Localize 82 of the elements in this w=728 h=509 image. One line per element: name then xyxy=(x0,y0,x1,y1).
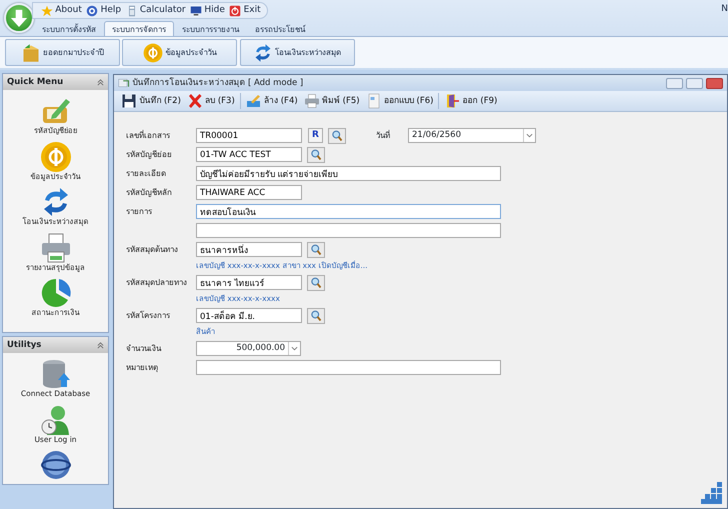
ribbon-tab[interactable]: ระบบการตั้งรหัส xyxy=(34,21,104,38)
input-field[interactable] xyxy=(196,223,501,238)
search-icon xyxy=(310,276,322,288)
help-icon xyxy=(86,4,98,16)
search-icon xyxy=(310,244,322,256)
input-field[interactable]: ธนาคารหนึ่ง xyxy=(196,242,302,257)
toolbar-button[interactable]: ล้าง (F4) xyxy=(242,93,301,109)
window-title: บันทึกการโอนเงินระหว่างสมุด [ Add mode ] xyxy=(132,76,304,90)
field-label: รายการ xyxy=(126,206,153,218)
toolbar-button[interactable]: บันทึก (F2) xyxy=(118,93,184,109)
input-field[interactable]: บัญชีไม่ค่อยมีรายรับ แต่รายจ่ายเพียบ xyxy=(196,166,501,181)
monitor-icon xyxy=(190,4,202,16)
quick-access-button[interactable]: Calculator xyxy=(126,4,186,18)
input-field[interactable]: ทดสอบโอนเงิน xyxy=(196,204,501,219)
field-label: หมายเหตุ xyxy=(126,362,159,374)
input-field[interactable]: TR00001 xyxy=(196,128,302,143)
lookup-button[interactable] xyxy=(307,242,325,258)
quick-access-button[interactable]: Help xyxy=(86,4,122,18)
corner-text: N xyxy=(721,3,728,16)
star-icon xyxy=(41,4,53,16)
toolbar-button[interactable]: ลบ (F3) xyxy=(184,93,238,109)
ribbon-tab[interactable]: อรรถประโยชน์ xyxy=(247,21,313,38)
chevron-down-icon xyxy=(291,346,298,351)
input-field[interactable] xyxy=(196,360,501,375)
field-label: จำนวนเงิน xyxy=(126,342,162,354)
ribbon-button[interactable]: ข้อมูลประจำวัน xyxy=(122,39,238,66)
maximize-button[interactable] xyxy=(686,78,703,88)
lookup-button[interactable] xyxy=(328,128,346,144)
dropdown-field[interactable]: 21/06/2560 xyxy=(408,128,536,143)
quick-access-button[interactable]: Exit xyxy=(229,4,261,18)
collapse-icon[interactable] xyxy=(97,342,104,348)
chevron-down-icon xyxy=(526,133,533,138)
resize-grip-icon[interactable] xyxy=(701,482,723,504)
box-icon xyxy=(20,42,41,62)
quick-access-button[interactable]: Hide xyxy=(190,4,225,18)
ribbon-tab[interactable]: ระบบการรายงาน xyxy=(174,21,247,38)
lookup-button[interactable] xyxy=(307,308,325,324)
toolbar-button[interactable]: ออกแบบ (F6) xyxy=(362,93,436,109)
pie-chart-icon xyxy=(40,277,72,310)
refresh-button[interactable]: R xyxy=(308,128,323,143)
input-field[interactable]: 01-TW ACC TEST xyxy=(196,147,302,162)
panel-title: Quick Menu xyxy=(7,76,64,88)
search-icon xyxy=(331,130,343,142)
collapse-icon[interactable] xyxy=(97,78,104,86)
toolbar-button[interactable]: ออก (F9) xyxy=(441,93,500,109)
dropdown-field[interactable]: 500,000.00 xyxy=(196,341,301,356)
input-field[interactable]: ธนาคาร ไทยแวร์ xyxy=(196,275,302,290)
quick-access-button[interactable]: About xyxy=(41,4,82,18)
ribbon-button[interactable]: โอนเงินระหว่างสมุด xyxy=(240,39,354,66)
coin-icon xyxy=(40,140,72,173)
field-label: รหัสสมุดปลายทาง xyxy=(126,276,188,288)
app-menu-button[interactable] xyxy=(4,3,34,33)
window-icon xyxy=(118,77,130,89)
search-icon xyxy=(310,310,322,322)
coin-icon xyxy=(143,42,164,62)
globe-icon xyxy=(40,449,72,482)
lookup-button[interactable] xyxy=(307,146,325,162)
lookup-button[interactable] xyxy=(307,274,325,290)
panel-title: Utilitys xyxy=(7,338,42,352)
document-icon xyxy=(366,93,382,109)
sync-arrows-icon xyxy=(252,42,273,62)
door-exit-icon xyxy=(444,93,460,109)
search-icon xyxy=(310,148,322,160)
input-field[interactable]: THAIWARE ACC xyxy=(196,185,302,200)
paint-brush-icon xyxy=(246,93,262,109)
field-label: เลขที่เอกสาร xyxy=(126,130,171,142)
field-label: รหัสสมุดต้นทาง xyxy=(126,244,179,256)
printer-icon xyxy=(304,93,320,109)
input-field[interactable]: 01-สต็อค มี.ย. xyxy=(196,308,302,323)
field-label: วันที่ xyxy=(376,130,391,142)
ribbon-button[interactable]: ยอดยกมาประจำปี xyxy=(5,39,120,66)
field-label: รหัสโครงการ xyxy=(126,310,171,322)
field-label: รหัสบัญชีหลัก xyxy=(126,186,173,198)
close-button[interactable] xyxy=(706,78,723,88)
printer-icon xyxy=(40,232,72,264)
delete-icon xyxy=(186,93,203,109)
toolbar-button[interactable]: พิมพ์ (F5) xyxy=(300,93,363,109)
field-label: รายละเอียด xyxy=(126,168,167,180)
field-label: รหัสบัญชีย่อย xyxy=(126,148,173,160)
minimize-button[interactable] xyxy=(666,78,683,88)
power-icon xyxy=(229,4,242,16)
user-clock-icon xyxy=(39,404,72,436)
